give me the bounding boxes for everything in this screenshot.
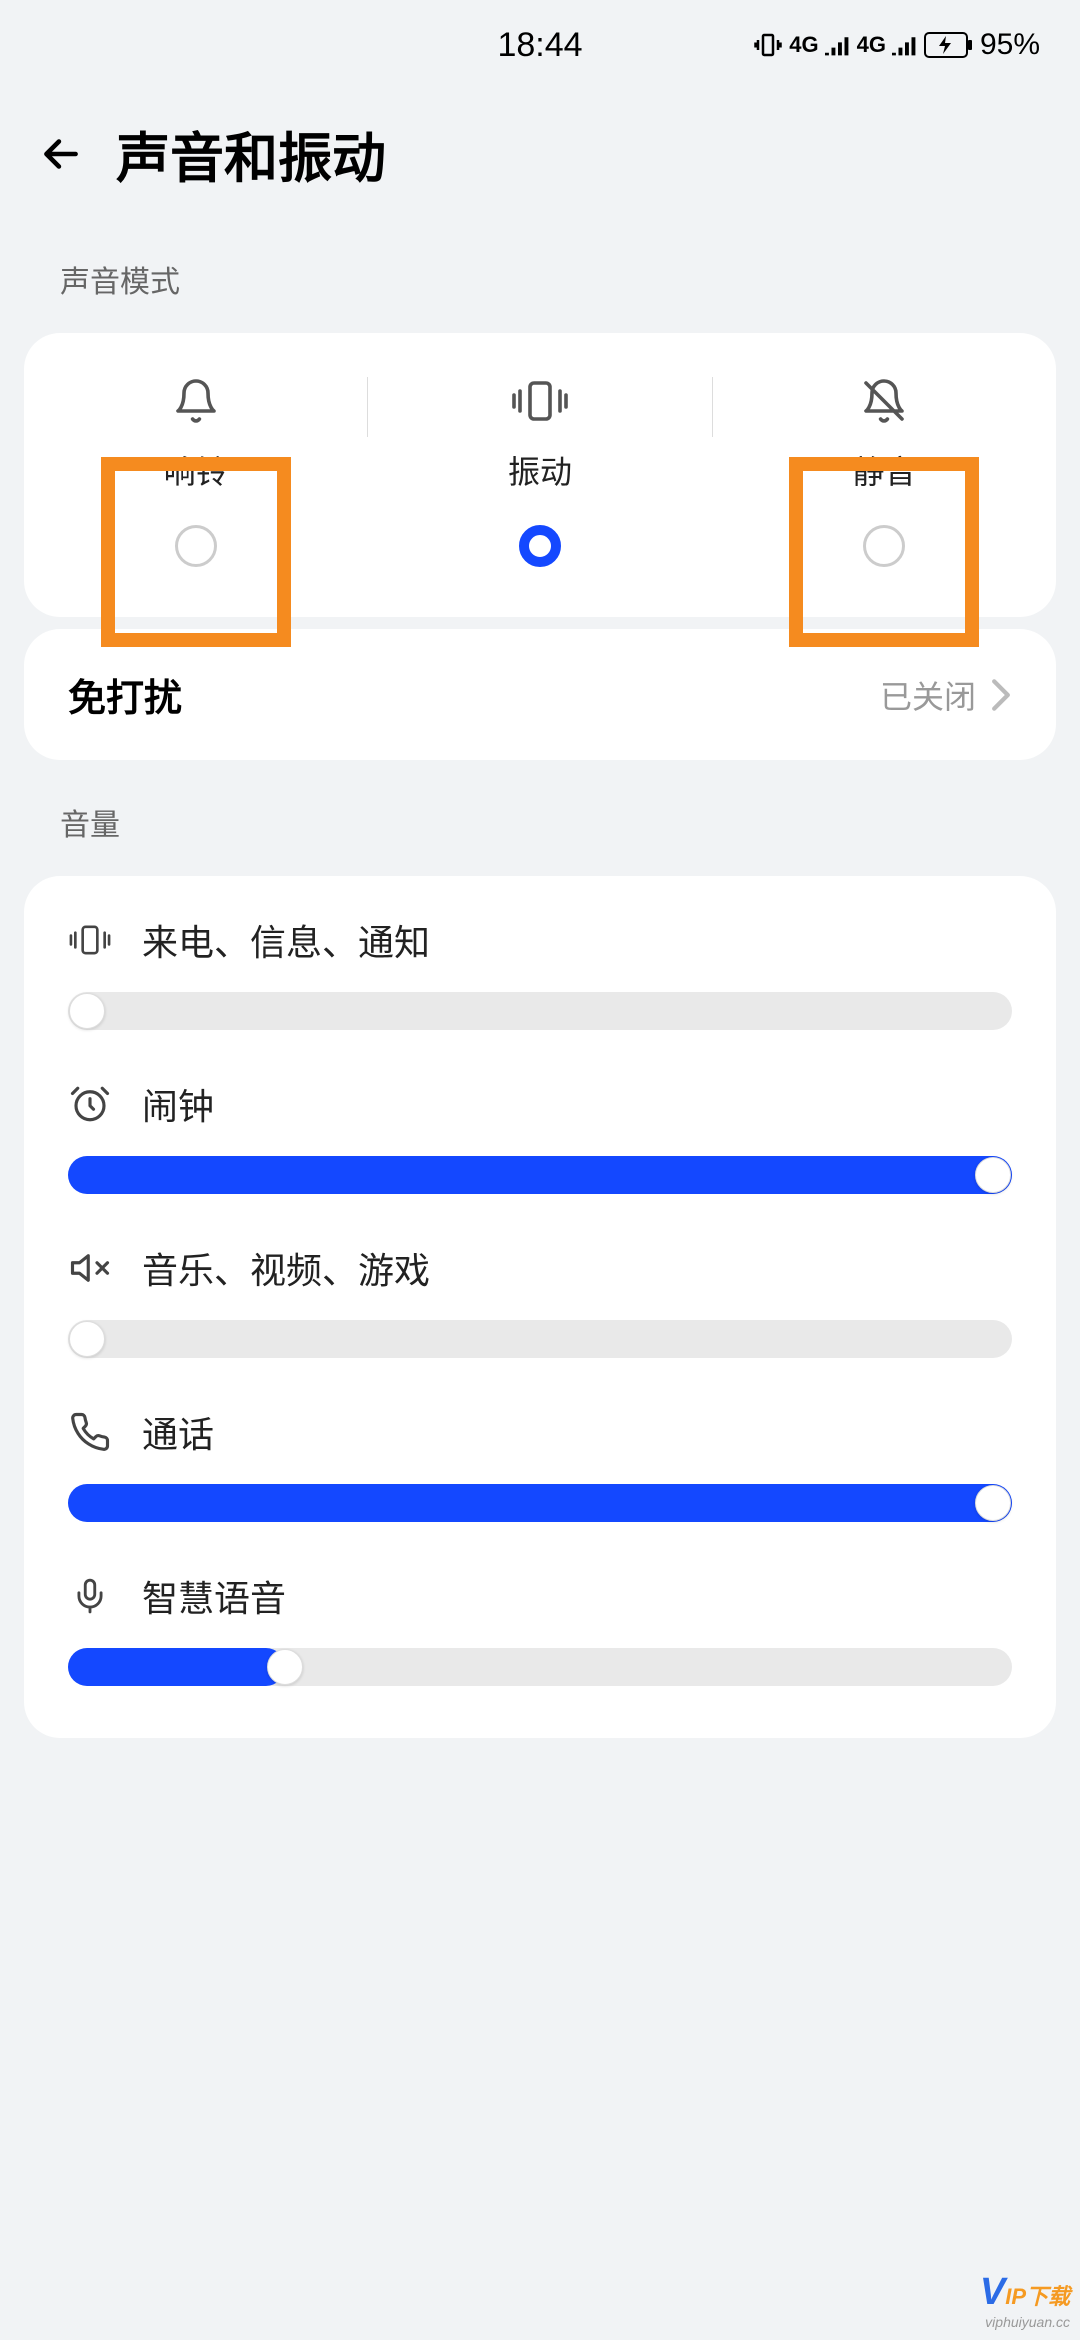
page-header: 声音和振动	[0, 90, 1080, 229]
mode-option-ring[interactable]: 响铃	[24, 373, 367, 567]
volume-alarm-slider[interactable]	[68, 1156, 1012, 1194]
volume-card: 来电、信息、通知 闹钟 音乐、视频、游戏	[24, 876, 1056, 1738]
volume-call-label: 通话	[142, 1406, 214, 1458]
signal-4g-2: 4G	[857, 32, 886, 58]
volume-call: 通话	[68, 1380, 1012, 1544]
battery-percent: 95%	[980, 28, 1040, 62]
mode-ring-label: 响铃	[164, 447, 228, 493]
chevron-right-icon	[990, 678, 1012, 712]
mic-icon	[68, 1574, 112, 1618]
volume-media-slider[interactable]	[68, 1320, 1012, 1358]
mode-mute-label: 静音	[852, 447, 916, 493]
bell-off-icon	[860, 373, 908, 429]
mode-vibrate-label: 振动	[508, 447, 572, 493]
battery-icon	[924, 32, 974, 58]
volume-voice-label: 智慧语音	[142, 1570, 286, 1622]
status-bar: 18:44 4G 4G 95%	[0, 0, 1080, 90]
volume-alarm: 闹钟	[68, 1052, 1012, 1216]
status-right: 4G 4G 95%	[753, 28, 1040, 62]
volume-media: 音乐、视频、游戏	[68, 1216, 1012, 1380]
page-title: 声音和振动	[116, 114, 386, 193]
signal-bars-icon-2	[892, 34, 918, 56]
volume-alarm-label: 闹钟	[142, 1078, 214, 1130]
phone-icon	[68, 1410, 112, 1454]
vibrate-status-icon	[753, 30, 783, 60]
volume-voice-slider[interactable]	[68, 1648, 1012, 1686]
status-time: 18:44	[497, 26, 582, 65]
arrow-left-icon	[36, 129, 86, 179]
mode-ring-radio[interactable]	[175, 525, 217, 567]
alarm-icon	[68, 1082, 112, 1126]
volume-ringtone-slider[interactable]	[68, 992, 1012, 1030]
dnd-title: 免打扰	[68, 667, 182, 722]
signal-bars-icon-1	[825, 34, 851, 56]
volume-voice: 智慧语音	[68, 1544, 1012, 1708]
dnd-status-wrap: 已关闭	[880, 672, 1012, 718]
watermark: VIP下载 viphuiyuan.cc	[980, 2271, 1070, 2330]
vibrate-icon	[510, 373, 570, 429]
mode-mute-radio[interactable]	[863, 525, 905, 567]
mode-vibrate-radio[interactable]	[519, 525, 561, 567]
back-button[interactable]	[34, 127, 88, 181]
section-volume-label: 音量	[0, 772, 1080, 864]
dnd-status: 已关闭	[880, 672, 976, 718]
volume-media-label: 音乐、视频、游戏	[142, 1242, 430, 1294]
mode-option-mute[interactable]: 静音	[713, 373, 1056, 567]
mode-option-vibrate[interactable]: 振动	[368, 373, 711, 567]
volume-ringtone: 来电、信息、通知	[68, 888, 1012, 1052]
section-sound-mode-label: 声音模式	[0, 229, 1080, 321]
bell-icon	[172, 373, 220, 429]
speaker-off-icon	[68, 1246, 112, 1290]
phone-vibrate-icon	[68, 918, 112, 962]
volume-call-slider[interactable]	[68, 1484, 1012, 1522]
do-not-disturb-row[interactable]: 免打扰 已关闭	[24, 629, 1056, 760]
volume-ringtone-label: 来电、信息、通知	[142, 914, 430, 966]
signal-4g-1: 4G	[789, 32, 818, 58]
sound-mode-card: 响铃 振动 静音	[24, 333, 1056, 617]
